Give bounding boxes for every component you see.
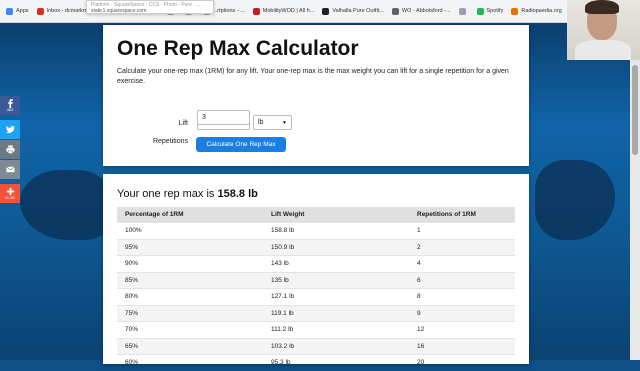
- bookmark-favicon-icon: [458, 7, 466, 15]
- repetitions-cell: 9: [409, 304, 515, 322]
- webcam-person-hair: [585, 0, 619, 14]
- table-row: 100% 158.8 lb 1: [117, 222, 515, 239]
- webcam-person-shirt: [575, 40, 631, 60]
- table-header-row: Percentage of 1RM Lift Weight Repetition…: [117, 207, 515, 223]
- bookmark-item[interactable]: MobilityWOD | All h...: [252, 0, 315, 22]
- webcam-overlay: [567, 0, 640, 60]
- percentage-cell: 90%: [117, 255, 263, 272]
- lift-weight-cell: 135 lb: [263, 271, 409, 289]
- lift-weight-cell: 111.2 lb: [263, 321, 409, 338]
- link-tooltip: Platform · SquareSpace · CCS · Photo · P…: [86, 0, 214, 14]
- repetitions-cell: 8: [409, 288, 515, 305]
- lift-weight-cell: 158.8 lb: [263, 222, 409, 239]
- percentage-table: Percentage of 1RM Lift Weight Repetition…: [117, 207, 515, 371]
- table-row: 90% 143 lb 4: [117, 255, 515, 272]
- bookmark-item[interactable]: Valhalla Pure Outfit...: [322, 0, 384, 22]
- lift-weight-cell: 119.1 lb: [263, 304, 409, 322]
- repetitions-cell: 4: [409, 255, 515, 272]
- lift-label: Lift: [178, 120, 188, 127]
- table-row: 70% 111.2 lb 12: [117, 321, 515, 338]
- bookmark-favicon-icon: [252, 7, 260, 15]
- percentage-cell: 60%: [117, 354, 263, 371]
- bookmark-favicon-icon: [36, 7, 44, 15]
- column-header-lift-weight: Lift Weight: [263, 207, 409, 223]
- dropdown-arrow-icon: ▼: [282, 119, 287, 126]
- bookmark-favicon-icon: [511, 7, 519, 15]
- repetitions-cell: 20: [409, 354, 515, 371]
- percentage-cell: 65%: [117, 337, 263, 355]
- bookmark-label: WO - Abbotsford -...: [401, 8, 451, 14]
- percentage-cell: 85%: [117, 271, 263, 289]
- lift-weight-cell: 127.1 lb: [263, 288, 409, 305]
- bookmark-label: MobilityWOD | All h...: [262, 8, 315, 14]
- bookmark-favicon-icon: [322, 7, 330, 15]
- percentage-cell: 80%: [117, 288, 263, 305]
- one-rep-max-value: 158.8 lb: [217, 188, 258, 200]
- lift-weight-cell: 143 lb: [263, 255, 409, 272]
- table-row: 75% 119.1 lb 9: [117, 304, 515, 322]
- bookmark-item[interactable]: [458, 0, 469, 22]
- percentage-cell: 75%: [117, 304, 263, 322]
- facebook-share-count: 462: [6, 107, 14, 112]
- result-summary: Your one rep max is 158.8 lb: [117, 188, 258, 200]
- repetitions-input[interactable]: 3: [197, 110, 250, 125]
- percentage-cell: 100%: [117, 222, 263, 239]
- scrollbar-thumb[interactable]: [632, 65, 638, 155]
- bookmark-favicon-icon: [391, 7, 399, 15]
- percentage-cell: 95%: [117, 238, 263, 256]
- result-prefix: Your one rep max is: [117, 188, 218, 200]
- bookmark-item[interactable]: Apps: [6, 0, 29, 22]
- bookmark-favicon-icon: [476, 7, 484, 15]
- bookmark-item[interactable]: Radiopaedia.org: [511, 0, 562, 22]
- lift-weight-cell: 103.2 lb: [263, 337, 409, 355]
- tooltip-url: static1.squarespace.com: [91, 8, 147, 14]
- unit-select[interactable]: lb ▼: [253, 115, 292, 130]
- lift-weight-cell: 150.9 lb: [263, 238, 409, 256]
- bookmark-label: Spotify: [486, 8, 504, 14]
- calculate-button[interactable]: Calculate One Rep Max: [196, 137, 286, 152]
- table-row: 60% 95.3 lb 20: [117, 354, 515, 371]
- bookmark-item[interactable]: Spotify: [476, 0, 504, 22]
- table-row: 95% 150.9 lb 2: [117, 238, 515, 256]
- results-card: Your one rep max is 158.8 lb Percentage …: [103, 174, 529, 371]
- percentage-cell: 70%: [117, 321, 263, 338]
- repetitions-cell: 12: [409, 321, 515, 338]
- twitter-icon: [5, 125, 15, 134]
- calculator-card: One Rep Max Calculator Calculate your on…: [103, 25, 529, 166]
- bookmark-item[interactable]: WO - Abbotsford -...: [391, 0, 451, 22]
- table-row: 85% 135 lb 6: [117, 271, 515, 289]
- bookmark-label: Radiopaedia.org: [521, 8, 562, 14]
- bookmark-label: Apps: [16, 8, 29, 14]
- bookmark-favicon-icon: [6, 7, 13, 15]
- share-print-button[interactable]: [0, 140, 20, 159]
- bookmark-label: Valhalla Pure Outfit...: [332, 8, 384, 14]
- print-icon: [5, 145, 15, 154]
- repetitions-cell: 2: [409, 238, 515, 256]
- table-row: 80% 127.1 lb 8: [117, 288, 515, 305]
- total-share-count: 11.4K: [4, 195, 16, 200]
- bookmark-label: ...rtptions - ...: [212, 8, 245, 14]
- repetitions-cell: 6: [409, 271, 515, 289]
- share-twitter-button[interactable]: [0, 120, 20, 139]
- repetitions-cell: 16: [409, 337, 515, 355]
- repetitions-label: Repetitions: [152, 138, 188, 145]
- lift-weight-cell: 95.3 lb: [263, 354, 409, 371]
- column-header-percentage: Percentage of 1RM: [117, 207, 263, 223]
- share-more-button[interactable]: 11.4K: [0, 184, 20, 203]
- calculator-description: Calculate your one-rep max (1RM) for any…: [117, 68, 509, 85]
- share-facebook-button[interactable]: 462: [0, 96, 20, 115]
- page-title: One Rep Max Calculator: [117, 37, 359, 60]
- share-email-button[interactable]: [0, 160, 20, 179]
- table-row: 65% 103.2 lb 16: [117, 337, 515, 355]
- unit-select-value: lb: [258, 119, 264, 126]
- repetitions-cell: 1: [409, 222, 515, 239]
- email-icon: [5, 166, 15, 173]
- column-header-repetitions: Repetitions of 1RM: [409, 207, 515, 223]
